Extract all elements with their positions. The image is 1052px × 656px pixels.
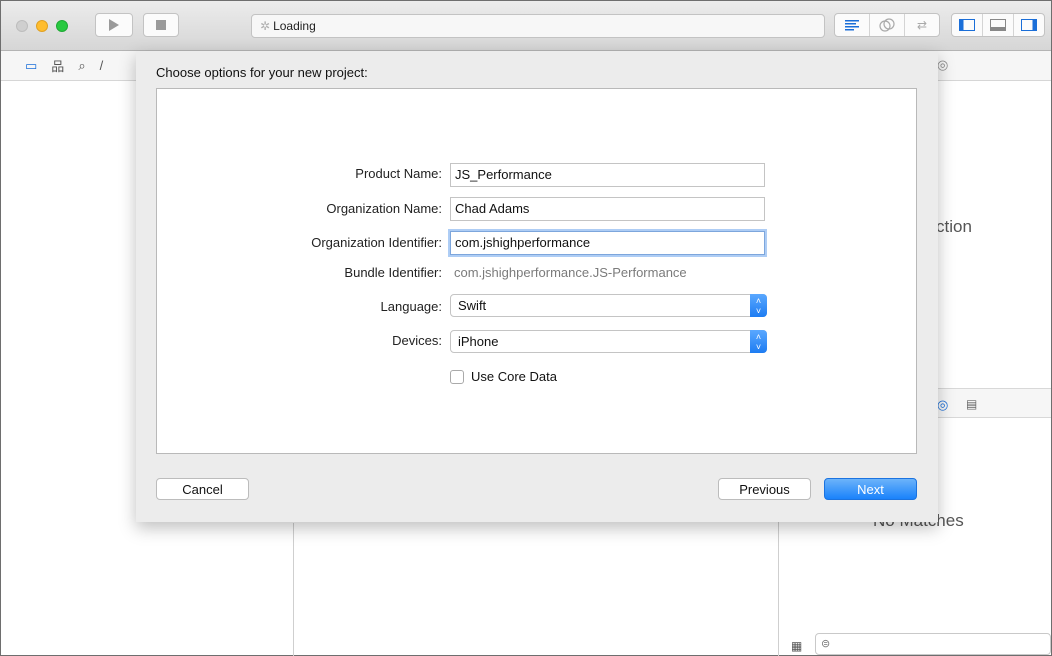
editor-divider [293, 523, 294, 656]
organization-identifier-field[interactable]: com.jshighperformance [450, 231, 765, 255]
next-button[interactable]: Next [824, 478, 917, 500]
use-core-data-checkbox[interactable] [450, 370, 464, 384]
version-editor-button[interactable]: ⇄ [905, 14, 939, 36]
previous-button[interactable]: Previous [718, 478, 811, 500]
standard-editor-button[interactable] [835, 14, 870, 36]
toggle-utilities-button[interactable] [1014, 14, 1044, 36]
organization-name-field[interactable]: Chad Adams [450, 197, 765, 221]
lines-icon [845, 20, 859, 31]
product-name-field[interactable]: JS_Performance [450, 163, 765, 187]
assistant-editor-button[interactable] [870, 14, 905, 36]
stop-button[interactable] [143, 13, 179, 37]
organization-identifier-label: Organization Identifier: [311, 235, 442, 250]
spinner-icon: ✲ [260, 19, 271, 33]
devices-label: Devices: [392, 333, 442, 348]
hierarchy-icon[interactable]: 品 [51, 56, 64, 75]
search-icon[interactable]: ⌕ [78, 58, 85, 74]
utility-panel-text: ction [936, 217, 972, 236]
library-filter-field[interactable]: ⊜ [815, 633, 1051, 655]
window-toolbar: ✲ Loading ⇄ [1, 1, 1051, 51]
stop-icon [156, 20, 166, 30]
grid-icon[interactable]: ▦ [791, 639, 802, 653]
language-value: Swift [458, 298, 487, 313]
bundle-identifier-label: Bundle Identifier: [344, 265, 442, 280]
activity-text: Loading [273, 19, 316, 33]
play-icon [109, 19, 119, 31]
cancel-button[interactable]: Cancel [156, 478, 249, 500]
view-toggle-control [951, 13, 1045, 37]
editor-mode-control: ⇄ [834, 13, 940, 37]
toggle-debug-area-button[interactable] [983, 14, 1014, 36]
activity-view: ✲ Loading [251, 14, 825, 38]
sheet-title: Choose options for your new project: [156, 65, 368, 80]
history-icon[interactable]: ◎ [937, 57, 948, 73]
object-library-icon[interactable]: ◎ [937, 397, 948, 413]
warning-icon[interactable]: / [100, 58, 104, 73]
zoom-window-button[interactable] [56, 20, 68, 32]
language-label: Language: [380, 299, 442, 314]
options-panel: Product Name: JS_Performance Organizatio… [156, 88, 917, 454]
close-window-button[interactable] [16, 20, 28, 32]
folder-icon[interactable]: ▭ [25, 58, 37, 74]
media-library-icon[interactable]: ▤ [966, 397, 977, 411]
bottom-panel-icon [990, 19, 1006, 31]
updown-chevron-icon: ˄ ˅ [750, 294, 767, 317]
left-panel-icon [959, 19, 975, 31]
organization-name-label: Organization Name: [326, 201, 442, 216]
language-popup[interactable]: Swift ˄ ˅ [450, 294, 767, 317]
product-name-label: Product Name: [355, 166, 442, 181]
bundle-identifier-value: com.jshighperformance.JS-Performance [454, 265, 687, 280]
toggle-navigator-button[interactable] [952, 14, 983, 36]
run-button[interactable] [95, 13, 133, 37]
right-panel-icon [1021, 19, 1037, 31]
devices-value: iPhone [458, 334, 499, 349]
arrows-icon: ⇄ [916, 18, 928, 32]
use-core-data-label[interactable]: Use Core Data [471, 369, 557, 384]
minimize-window-button[interactable] [36, 20, 48, 32]
rings-icon [879, 18, 895, 32]
new-project-sheet: Choose options for your new project: Pro… [136, 51, 938, 522]
updown-chevron-icon: ˄ ˅ [750, 330, 767, 353]
devices-popup[interactable]: iPhone ˄ ˅ [450, 330, 767, 353]
